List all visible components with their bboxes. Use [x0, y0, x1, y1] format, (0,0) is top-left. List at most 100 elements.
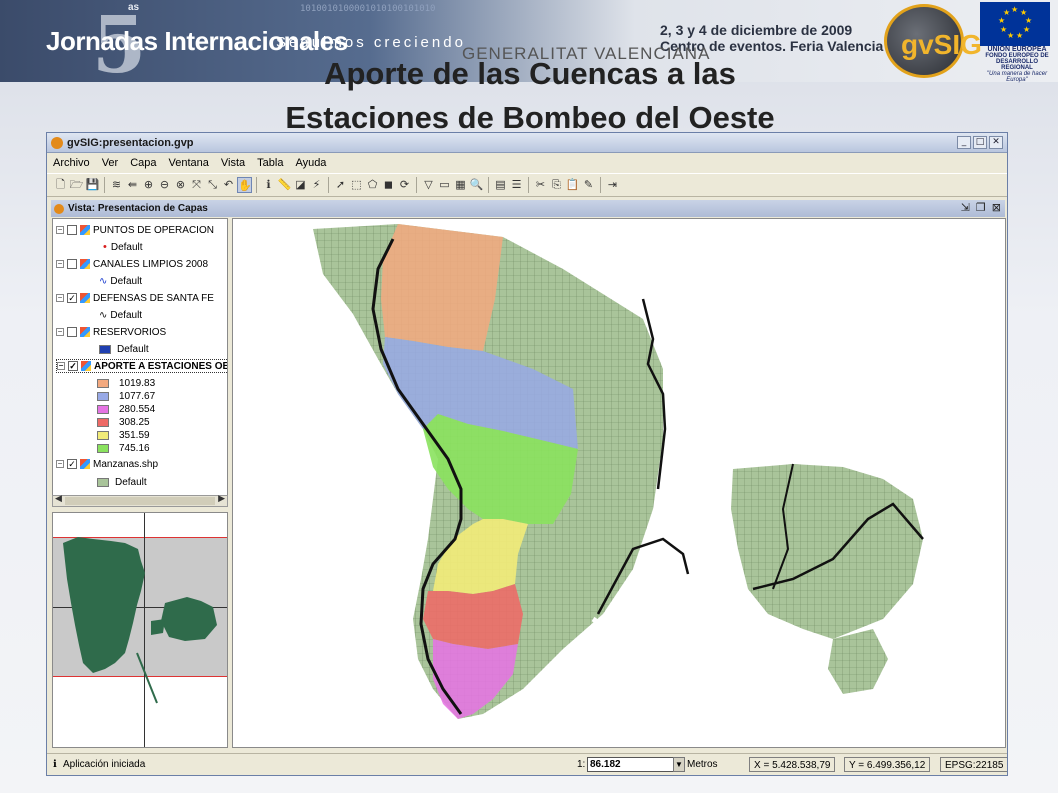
collapse-icon[interactable]: −: [56, 460, 64, 468]
measure-area-icon[interactable]: ◪: [293, 177, 308, 193]
scale-input[interactable]: 86.182: [587, 757, 683, 772]
fill-swatch: [97, 477, 109, 487]
locate-icon[interactable]: 🔍: [469, 177, 484, 193]
view-title: Vista: Presentacion de Capas: [68, 203, 208, 214]
view-minimize-button[interactable]: ⇲: [961, 201, 970, 214]
status-bar: ℹ Aplicación iniciada 1: 86.182 ▼ Metros…: [47, 753, 1007, 775]
paste-icon[interactable]: 📋: [565, 177, 580, 193]
previous-zoom-icon[interactable]: ↶: [221, 177, 236, 193]
export-icon[interactable]: ⇥: [605, 177, 620, 193]
zoom-select-icon[interactable]: ⤡: [205, 177, 220, 193]
view-maximize-button[interactable]: ❐: [976, 201, 986, 214]
hyperlink-icon[interactable]: ⚡: [309, 177, 324, 193]
toc-layer-puntos[interactable]: − PUNTOS DE OPERACION: [56, 223, 214, 237]
zoom-back-icon[interactable]: ⇚: [125, 177, 140, 193]
maximize-button[interactable]: □: [973, 136, 987, 149]
map-canvas[interactable]: [232, 218, 1006, 748]
basin-1019: [381, 224, 503, 351]
toc-layer-canales[interactable]: − CANALES LIMPIOS 2008: [56, 257, 208, 271]
copy-icon[interactable]: ⎘: [549, 177, 564, 193]
shape-rect-icon[interactable]: ▭: [437, 177, 452, 193]
collapse-icon[interactable]: −: [56, 260, 64, 268]
toc-layer-manzanas[interactable]: − ✓ Manzanas.shp: [56, 457, 158, 471]
layer-icon: [81, 361, 91, 371]
event-subtitle: Seguimos creciendo: [276, 34, 466, 51]
locator-overview-shape: [63, 537, 217, 704]
menu-capa[interactable]: Capa: [130, 157, 156, 169]
minimize-button[interactable]: _: [957, 136, 971, 149]
view-close-button[interactable]: ⊠: [992, 201, 1001, 214]
collapse-icon[interactable]: −: [56, 294, 64, 302]
collapse-icon[interactable]: −: [57, 362, 65, 370]
select-layer-icon[interactable]: ◼: [381, 177, 396, 193]
view-titlebar[interactable]: Vista: Presentacion de Capas ⇲ ❐ ⊠: [51, 200, 1005, 217]
menu-ver[interactable]: Ver: [102, 157, 119, 169]
toc-legend-item: • Default: [103, 241, 143, 253]
tools-icon[interactable]: ✂: [533, 177, 548, 193]
basin-280: [433, 639, 518, 719]
toc-horizontal-scrollbar[interactable]: ◀ ▶: [52, 494, 228, 507]
map-drawing: [313, 224, 924, 740]
measure-distance-icon[interactable]: 📏: [277, 177, 292, 193]
layer-name: APORTE A ESTACIONES OES: [94, 360, 228, 372]
main-toolbar: 🗋 🗁 💾 ≋ ⇚ ⊕ ⊖ ⊗ ⤧ ⤡ ↶ ✋ ℹ 📏 ◪ ⚡ ➚ ⬚ ⬠ ◼ …: [47, 173, 1007, 197]
grid-icon[interactable]: ▤: [493, 177, 508, 193]
edit-icon[interactable]: ✎: [581, 177, 596, 193]
menu-tabla[interactable]: Tabla: [257, 157, 283, 169]
y-coordinate: Y = 6.499.356,12: [844, 757, 931, 772]
layer-checkbox[interactable]: ✓: [67, 293, 77, 303]
scroll-left-icon[interactable]: ◀: [55, 494, 62, 504]
layer-icon: [80, 459, 90, 469]
new-file-icon[interactable]: 🗋: [53, 177, 68, 193]
layer-checkbox[interactable]: ✓: [67, 459, 77, 469]
open-folder-icon[interactable]: 🗁: [69, 177, 84, 193]
zoom-extent-icon[interactable]: ⤧: [189, 177, 204, 193]
toc-legend-item: Default: [97, 475, 147, 489]
gvsig-window: gvSIG:presentacion.gvp _ □ ✕ Archivo Ver…: [46, 132, 1008, 776]
zoom-out-icon[interactable]: ⊖: [157, 177, 172, 193]
close-button[interactable]: ✕: [989, 136, 1003, 149]
toc-layer-aporte[interactable]: − ✓ APORTE A ESTACIONES OES: [56, 359, 228, 373]
pan-hand-icon[interactable]: ✋: [237, 177, 252, 193]
select-pointer-icon[interactable]: ➚: [333, 177, 348, 193]
layer-checkbox[interactable]: [67, 225, 77, 235]
select-polygon-icon[interactable]: ⬠: [365, 177, 380, 193]
scrollbar-thumb[interactable]: [65, 497, 215, 505]
city-blocks-east-texture: [731, 464, 923, 639]
table-icon[interactable]: ▦: [453, 177, 468, 193]
eu-name: UNIÓN EUROPEA: [987, 46, 1047, 53]
toc-legend-item: 280.554: [97, 402, 155, 416]
menu-archivo[interactable]: Archivo: [53, 157, 90, 169]
save-icon[interactable]: 💾: [85, 177, 100, 193]
edition-suffix: as: [128, 2, 140, 13]
menu-ayuda[interactable]: Ayuda: [295, 157, 326, 169]
properties-icon[interactable]: ☰: [509, 177, 524, 193]
scale-prefix: 1:: [577, 759, 586, 770]
toc-legend-item: 745.16: [97, 441, 150, 455]
collapse-icon[interactable]: −: [56, 226, 64, 234]
eu-motto: "Una manera de hacer Europa": [986, 71, 1048, 83]
collapse-icon[interactable]: −: [56, 328, 64, 336]
zoom-in-icon[interactable]: ⊕: [141, 177, 156, 193]
fill-swatch: [97, 404, 109, 414]
toc-legend-item: 351.59: [97, 428, 150, 442]
gvsig-logo: gvSIG: [884, 4, 982, 78]
scroll-right-icon[interactable]: ▶: [218, 494, 225, 504]
zoom-all-icon[interactable]: ⊗: [173, 177, 188, 193]
layer-checkbox[interactable]: [67, 327, 77, 337]
window-titlebar[interactable]: gvSIG:presentacion.gvp _ □ ✕: [47, 133, 1007, 153]
locator-map[interactable]: [52, 512, 228, 748]
select-rectangle-icon[interactable]: ⬚: [349, 177, 364, 193]
toc-layer-reservorios[interactable]: − RESERVORIOS: [56, 325, 166, 339]
layer-checkbox[interactable]: ✓: [68, 361, 78, 371]
filter-icon[interactable]: ▽: [421, 177, 436, 193]
line-symbol-icon: ∿: [99, 309, 108, 321]
toc-layer-defensas[interactable]: − ✓ DEFENSAS DE SANTA FE: [56, 291, 214, 305]
menu-vista[interactable]: Vista: [221, 157, 245, 169]
scale-dropdown-icon[interactable]: ▼: [673, 757, 685, 772]
layer-checkbox[interactable]: [67, 259, 77, 269]
clear-selection-icon[interactable]: ⟳: [397, 177, 412, 193]
menu-ventana[interactable]: Ventana: [169, 157, 209, 169]
info-icon[interactable]: ℹ: [261, 177, 276, 193]
layers-icon[interactable]: ≋: [109, 177, 124, 193]
